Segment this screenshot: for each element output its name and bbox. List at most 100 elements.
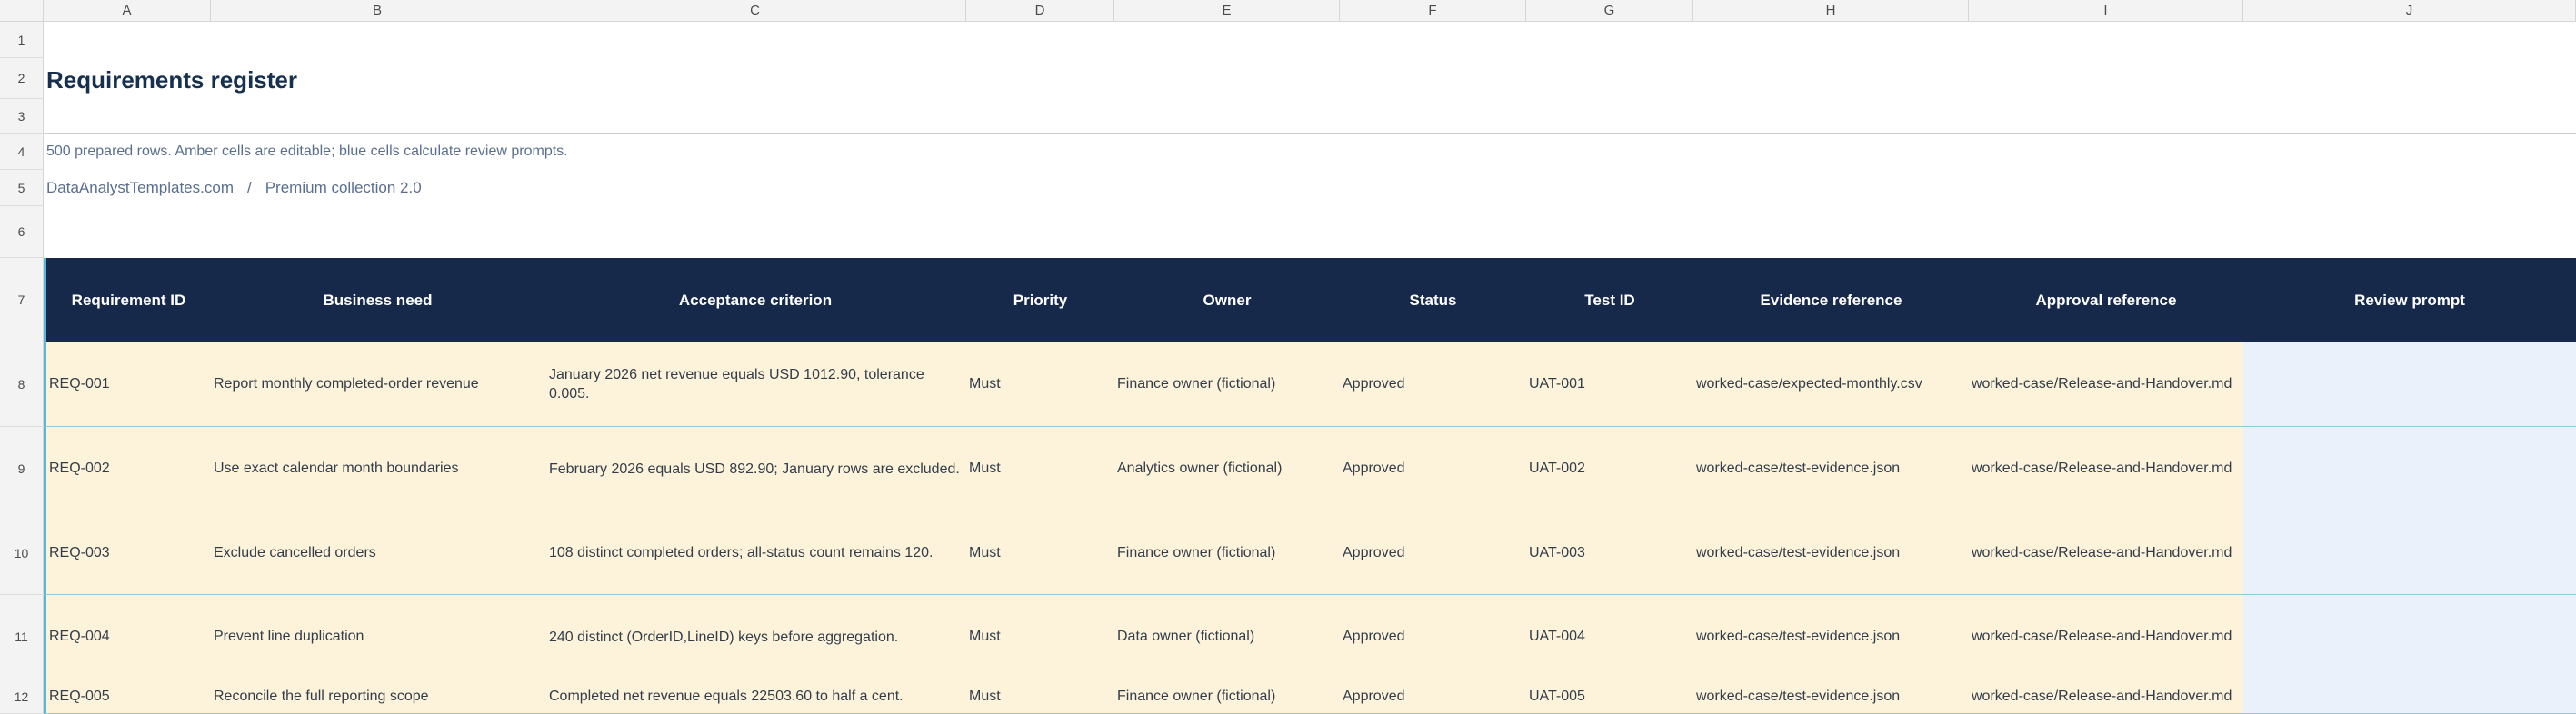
- header-requirement-id[interactable]: Requirement ID: [44, 258, 211, 342]
- review-prompt-cell[interactable]: [2243, 342, 2576, 427]
- row-header-3[interactable]: 3: [0, 99, 44, 134]
- sheet-title[interactable]: Requirements register: [44, 58, 2576, 99]
- row-header-6[interactable]: 6: [0, 206, 44, 258]
- header-review-prompt[interactable]: Review prompt: [2243, 258, 2576, 342]
- row-header-9[interactable]: 9: [0, 427, 44, 511]
- approval-reference-cell[interactable]: worked-case/Release-and-Handover.md: [1969, 679, 2243, 714]
- acceptance-criterion-cell[interactable]: 108 distinct completed orders; all-statu…: [544, 511, 966, 595]
- header-owner[interactable]: Owner: [1114, 258, 1340, 342]
- breadcrumb-collection-link[interactable]: Premium collection 2.0: [265, 179, 422, 197]
- row-header-5[interactable]: 5: [0, 170, 44, 206]
- row-header-1[interactable]: 1: [0, 22, 44, 58]
- review-prompt-cell[interactable]: [2243, 595, 2576, 679]
- owner-dropdown[interactable]: Analytics owner (fictional): [1114, 427, 1340, 511]
- empty-row-cell[interactable]: [44, 99, 2576, 134]
- test-id-dropdown[interactable]: UAT-005: [1526, 679, 1693, 714]
- owner-value: Finance owner (fictional): [1117, 688, 1276, 704]
- evidence-reference-cell[interactable]: worked-case/expected-monthly.csv: [1693, 342, 1969, 427]
- breadcrumb: DataAnalystTemplates.com / Premium colle…: [44, 170, 2576, 206]
- header-approval-reference[interactable]: Approval reference: [1969, 258, 2243, 342]
- status-cell[interactable]: Approved: [1340, 511, 1526, 595]
- instructions-note[interactable]: 500 prepared rows. Amber cells are edita…: [44, 134, 2576, 170]
- requirement-id-cell[interactable]: REQ-004: [44, 595, 211, 679]
- row-header-10[interactable]: 10: [0, 511, 44, 595]
- evidence-reference-cell[interactable]: worked-case/test-evidence.json: [1693, 595, 1969, 679]
- acceptance-criterion-cell[interactable]: January 2026 net revenue equals USD 1012…: [544, 342, 966, 427]
- spreadsheet-grid: A B C D E F G H I J 1 2 Requirements reg…: [0, 0, 2576, 714]
- test-id-value: UAT-002: [1529, 461, 1585, 476]
- column-header-j[interactable]: J: [2243, 0, 2576, 22]
- business-need-cell[interactable]: Report monthly completed-order revenue: [211, 342, 544, 427]
- column-header-i[interactable]: I: [1969, 0, 2243, 22]
- column-header-d[interactable]: D: [966, 0, 1114, 22]
- review-prompt-cell[interactable]: [2243, 427, 2576, 511]
- evidence-reference-cell[interactable]: worked-case/test-evidence.json: [1693, 511, 1969, 595]
- priority-cell[interactable]: Must: [966, 342, 1114, 427]
- acceptance-criterion-cell[interactable]: February 2026 equals USD 892.90; January…: [544, 427, 966, 511]
- evidence-reference-cell[interactable]: worked-case/test-evidence.json: [1693, 427, 1969, 511]
- acceptance-criterion-cell[interactable]: 240 distinct (OrderID,LineID) keys befor…: [544, 595, 966, 679]
- owner-dropdown[interactable]: Finance owner (fictional): [1114, 342, 1340, 427]
- requirement-id-cell[interactable]: REQ-001: [44, 342, 211, 427]
- test-id-dropdown[interactable]: UAT-001: [1526, 342, 1693, 427]
- requirement-id-cell[interactable]: REQ-002: [44, 427, 211, 511]
- requirement-id-cell[interactable]: REQ-005: [44, 679, 211, 714]
- row-header-8[interactable]: 8: [0, 342, 44, 427]
- evidence-reference-cell[interactable]: worked-case/test-evidence.json: [1693, 679, 1969, 714]
- test-id-value: UAT-001: [1529, 376, 1585, 392]
- test-id-dropdown[interactable]: UAT-004: [1526, 595, 1693, 679]
- row-header-12[interactable]: 12: [0, 679, 44, 714]
- row-header-4[interactable]: 4: [0, 134, 44, 170]
- status-cell[interactable]: Approved: [1340, 679, 1526, 714]
- column-header-f[interactable]: F: [1340, 0, 1526, 22]
- row-header-2[interactable]: 2: [0, 58, 44, 99]
- column-header-c[interactable]: C: [544, 0, 966, 22]
- priority-cell[interactable]: Must: [966, 595, 1114, 679]
- column-header-a[interactable]: A: [44, 0, 211, 22]
- status-cell[interactable]: Approved: [1340, 595, 1526, 679]
- header-status[interactable]: Status: [1340, 258, 1526, 342]
- business-need-cell[interactable]: Use exact calendar month boundaries: [211, 427, 544, 511]
- test-id-dropdown[interactable]: UAT-003: [1526, 511, 1693, 595]
- empty-row-cell[interactable]: [44, 206, 2576, 258]
- review-prompt-cell[interactable]: [2243, 679, 2576, 714]
- priority-cell[interactable]: Must: [966, 511, 1114, 595]
- owner-dropdown[interactable]: Data owner (fictional): [1114, 595, 1340, 679]
- business-need-cell[interactable]: Prevent line duplication: [211, 595, 544, 679]
- business-need-cell[interactable]: Exclude cancelled orders: [211, 511, 544, 595]
- test-id-value: UAT-005: [1529, 688, 1585, 704]
- approval-reference-cell[interactable]: worked-case/Release-and-Handover.md: [1969, 342, 2243, 427]
- header-evidence-reference[interactable]: Evidence reference: [1693, 258, 1969, 342]
- status-cell[interactable]: Approved: [1340, 342, 1526, 427]
- column-header-b[interactable]: B: [211, 0, 544, 22]
- header-business-need[interactable]: Business need: [211, 258, 544, 342]
- requirement-id-cell[interactable]: REQ-003: [44, 511, 211, 595]
- breadcrumb-separator: /: [246, 179, 252, 196]
- test-id-value: UAT-004: [1529, 629, 1585, 644]
- status-cell[interactable]: Approved: [1340, 427, 1526, 511]
- header-priority[interactable]: Priority: [966, 258, 1114, 342]
- empty-row-cell[interactable]: [44, 22, 2576, 58]
- priority-cell[interactable]: Must: [966, 427, 1114, 511]
- owner-value: Analytics owner (fictional): [1117, 461, 1283, 476]
- column-header-e[interactable]: E: [1114, 0, 1340, 22]
- owner-dropdown[interactable]: Finance owner (fictional): [1114, 679, 1340, 714]
- business-need-cell[interactable]: Reconcile the full reporting scope: [211, 679, 544, 714]
- approval-reference-cell[interactable]: worked-case/Release-and-Handover.md: [1969, 511, 2243, 595]
- header-acceptance-criterion[interactable]: Acceptance criterion: [544, 258, 966, 342]
- select-all-corner[interactable]: [0, 0, 44, 22]
- test-id-dropdown[interactable]: UAT-002: [1526, 427, 1693, 511]
- owner-dropdown[interactable]: Finance owner (fictional): [1114, 511, 1340, 595]
- column-header-h[interactable]: H: [1693, 0, 1969, 22]
- priority-cell[interactable]: Must: [966, 679, 1114, 714]
- review-prompt-cell[interactable]: [2243, 511, 2576, 595]
- row-header-7[interactable]: 7: [0, 258, 44, 342]
- acceptance-criterion-cell[interactable]: Completed net revenue equals 22503.60 to…: [544, 679, 966, 714]
- approval-reference-cell[interactable]: worked-case/Release-and-Handover.md: [1969, 595, 2243, 679]
- header-test-id[interactable]: Test ID: [1526, 258, 1693, 342]
- column-header-g[interactable]: G: [1526, 0, 1693, 22]
- owner-value: Data owner (fictional): [1117, 629, 1255, 644]
- breadcrumb-site-link[interactable]: DataAnalystTemplates.com: [46, 179, 234, 197]
- approval-reference-cell[interactable]: worked-case/Release-and-Handover.md: [1969, 427, 2243, 511]
- row-header-11[interactable]: 11: [0, 595, 44, 679]
